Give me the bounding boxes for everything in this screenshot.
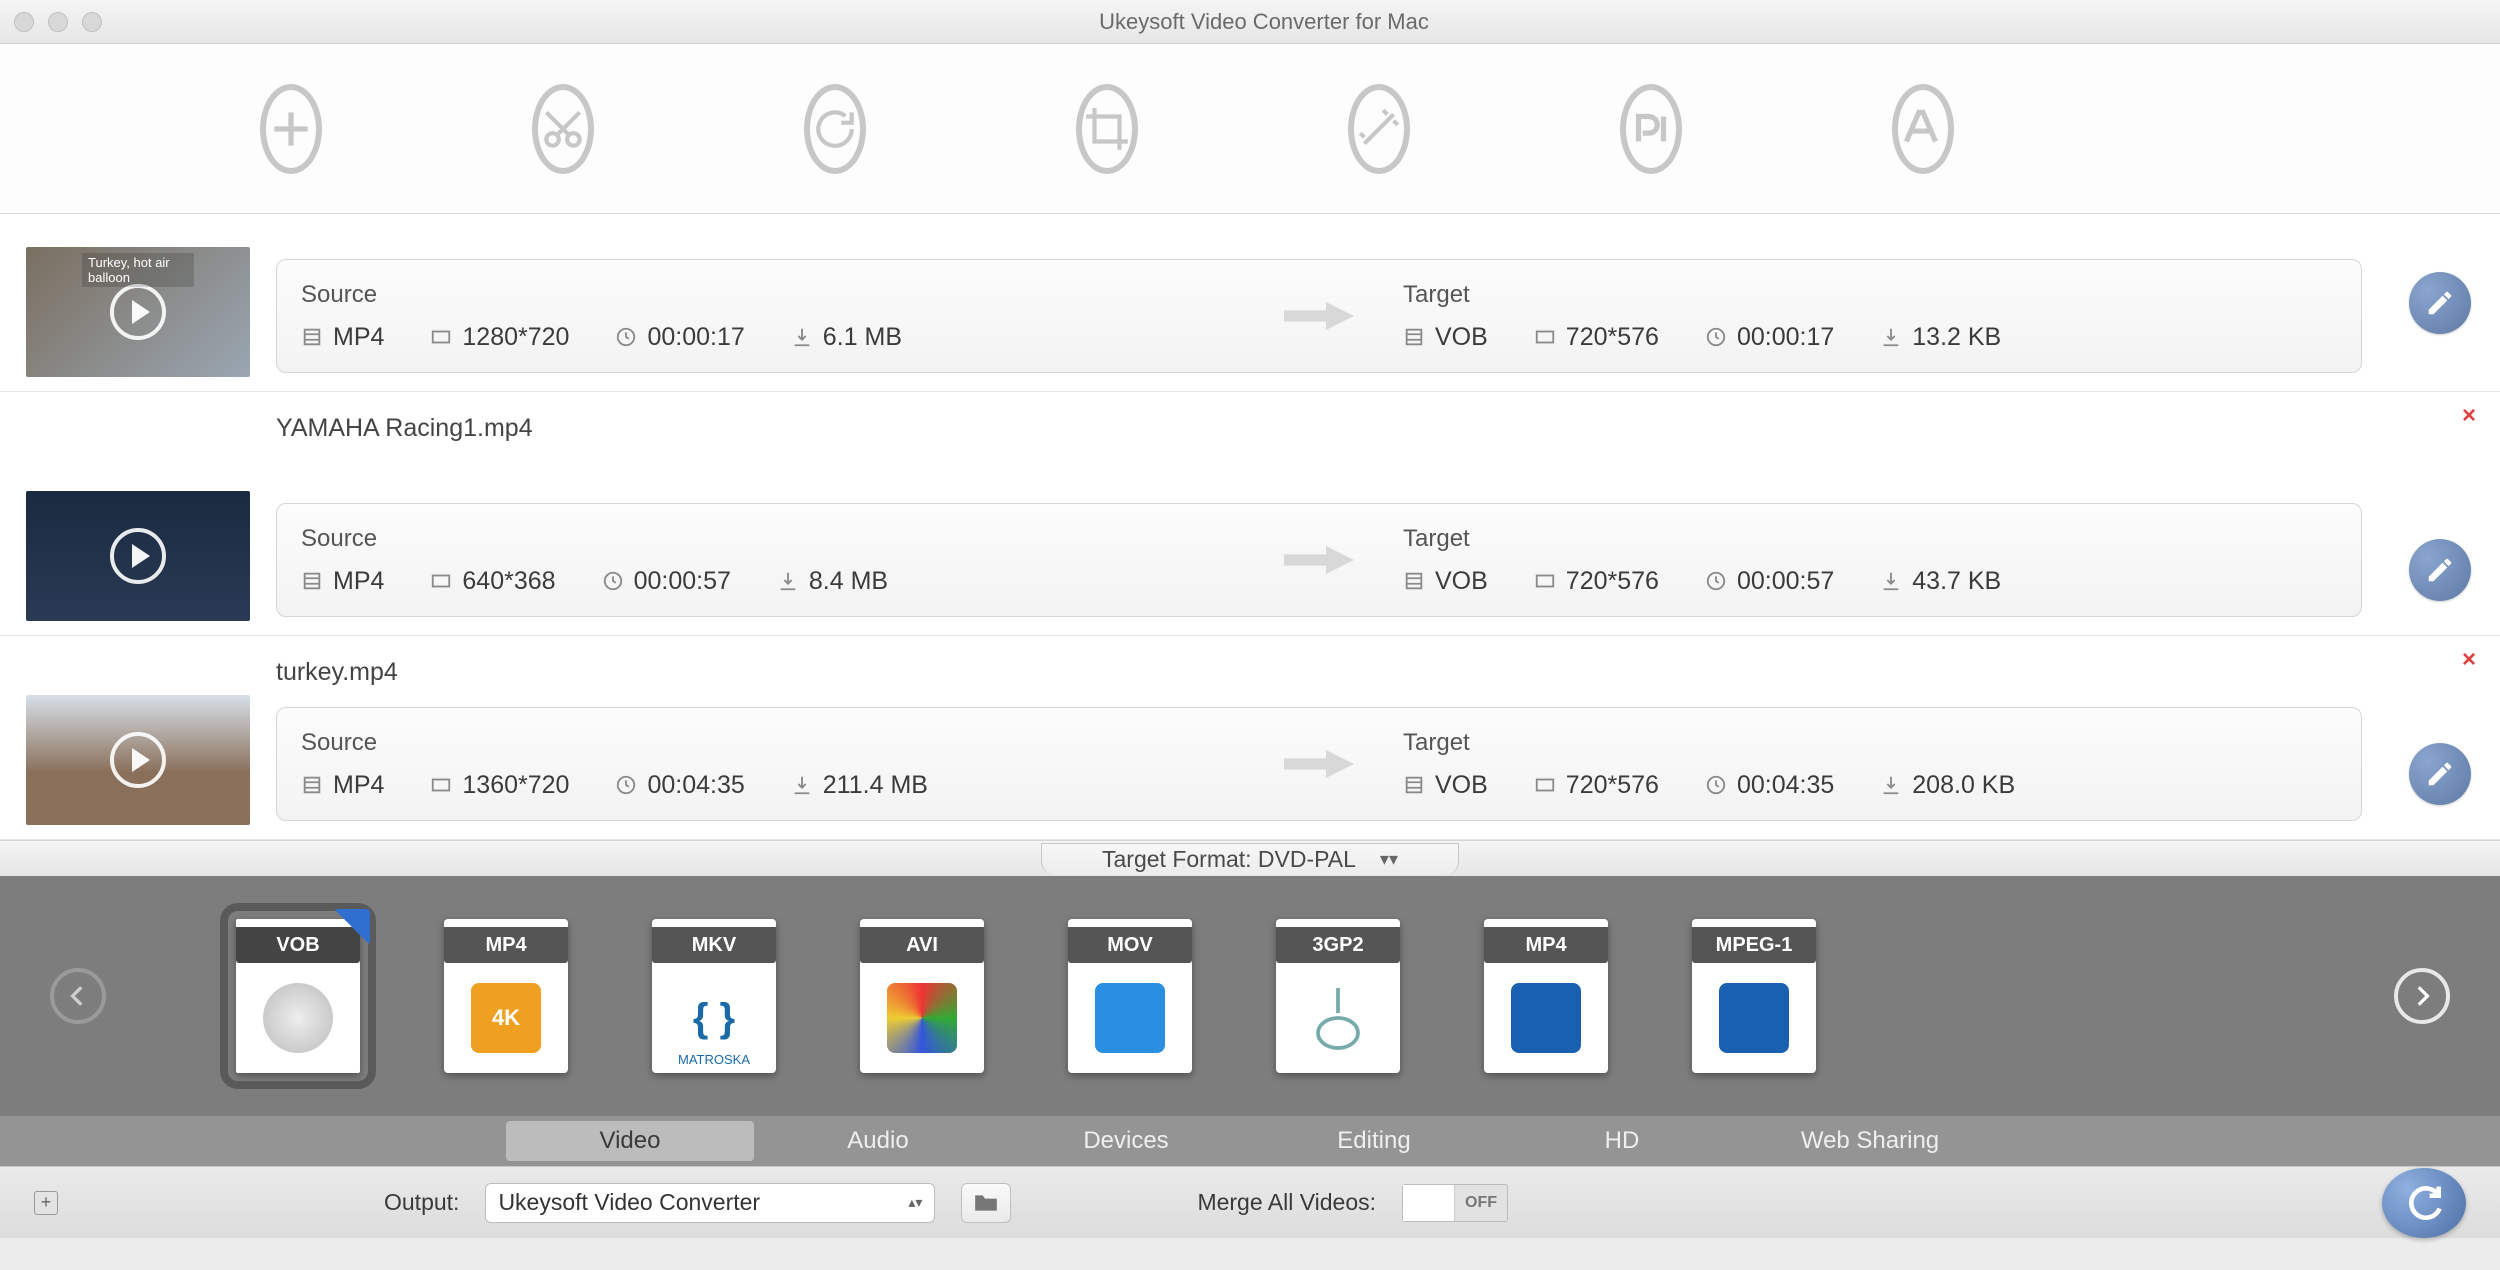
target-format-bar: Target Format: DVD-PAL ▾▾	[0, 840, 2500, 876]
traffic-light-minimize[interactable]	[48, 12, 68, 32]
traffic-light-close[interactable]	[14, 12, 34, 32]
format-option-mpeg1[interactable]: MPEG-1	[1692, 919, 1816, 1073]
file-row[interactable]: Turkey, hot air balloon Source MP4 1280*…	[0, 214, 2500, 392]
format-option-mov[interactable]: MOV	[1068, 919, 1192, 1073]
duration-icon	[1705, 326, 1727, 348]
formats-prev-button[interactable]	[50, 968, 106, 1024]
convert-button[interactable]	[2382, 1168, 2466, 1238]
rotate-icon[interactable]	[804, 84, 866, 174]
format-option-avi[interactable]: AVI	[860, 919, 984, 1073]
output-label: Output:	[384, 1189, 459, 1216]
add-file-icon[interactable]	[260, 84, 322, 174]
format-option-vob[interactable]: VOB	[236, 919, 360, 1073]
file-info-card: Source MP4 1280*720 00:00:17 6.1 MB Targ…	[276, 259, 2362, 373]
category-tab-editing[interactable]: Editing	[1250, 1121, 1498, 1161]
remove-file-button[interactable]: ×	[2462, 646, 2476, 674]
select-chevrons-icon: ▴▾	[908, 1194, 922, 1211]
target-format-toggle[interactable]: Target Format: DVD-PAL ▾▾	[1041, 843, 1459, 875]
duration-icon	[615, 326, 637, 348]
merge-label: Merge All Videos:	[1197, 1189, 1376, 1216]
merge-toggle[interactable]: OFF	[1402, 1184, 1508, 1222]
play-icon[interactable]	[110, 732, 166, 788]
remove-file-button[interactable]: ×	[2462, 402, 2476, 430]
add-button[interactable]: +	[34, 1191, 58, 1215]
bottom-bar: + Output: Ukeysoft Video Converter ▴▾ Me…	[0, 1166, 2500, 1238]
subtitle-icon[interactable]	[1620, 84, 1682, 174]
play-icon[interactable]	[110, 284, 166, 340]
arrow-right-icon	[1284, 744, 1354, 784]
size-icon	[777, 570, 799, 592]
file-name: turkey.mp4	[276, 658, 398, 687]
duration-icon	[602, 570, 624, 592]
format-icon	[301, 570, 323, 592]
file-list: Turkey, hot air balloon Source MP4 1280*…	[0, 214, 2500, 840]
play-icon[interactable]	[110, 528, 166, 584]
format-option-3gp2[interactable]: 3GP2	[1276, 919, 1400, 1073]
format-option-mkv[interactable]: MKV{ }MATROSKA	[652, 919, 776, 1073]
format-icon	[1403, 570, 1425, 592]
format-icon	[301, 774, 323, 796]
formats-next-button[interactable]	[2394, 968, 2450, 1024]
format-option-mp4[interactable]: MP4	[1484, 919, 1608, 1073]
category-tab-websharing[interactable]: Web Sharing	[1746, 1121, 1994, 1161]
target-heading: Target	[1403, 281, 2337, 309]
size-icon	[1880, 774, 1902, 796]
target-heading: Target	[1403, 525, 2337, 553]
file-info-card: Source MP4 640*368 00:00:57 8.4 MB Targe…	[276, 503, 2362, 617]
format-icon	[1403, 774, 1425, 796]
video-thumbnail[interactable]	[26, 491, 250, 621]
file-row[interactable]: × turkey.mp4 Source MP4 1360*720 00:04:3…	[0, 636, 2500, 840]
traffic-light-zoom[interactable]	[82, 12, 102, 32]
browse-output-button[interactable]	[961, 1183, 1011, 1223]
category-tab-hd[interactable]: HD	[1498, 1121, 1746, 1161]
watermark-icon[interactable]	[1892, 84, 1954, 174]
duration-icon	[1705, 570, 1727, 592]
duration-icon	[615, 774, 637, 796]
main-toolbar	[0, 44, 2500, 214]
target-format-label: Target Format: DVD-PAL	[1102, 846, 1356, 873]
arrow-right-icon	[1284, 540, 1354, 580]
duration-icon	[1705, 774, 1727, 796]
resolution-icon	[1534, 570, 1556, 592]
format-icon	[301, 326, 323, 348]
category-tabs: Video Audio Devices Editing HD Web Shari…	[0, 1116, 2500, 1166]
edit-button[interactable]	[2409, 272, 2471, 334]
format-strip: VOB MP44K MKV{ }MATROSKA AVI MOV 3GP2 MP…	[0, 876, 2500, 1116]
source-heading: Source	[301, 281, 1235, 309]
trim-icon[interactable]	[532, 84, 594, 174]
resolution-icon	[430, 570, 452, 592]
source-heading: Source	[301, 525, 1235, 553]
format-icon	[1403, 326, 1425, 348]
crop-icon[interactable]	[1076, 84, 1138, 174]
category-tab-audio[interactable]: Audio	[754, 1121, 1002, 1161]
resolution-icon	[1534, 326, 1556, 348]
chevron-down-icon: ▾▾	[1380, 849, 1398, 870]
size-icon	[1880, 570, 1902, 592]
target-heading: Target	[1403, 729, 2337, 757]
output-folder-select[interactable]: Ukeysoft Video Converter ▴▾	[485, 1183, 935, 1223]
arrow-right-icon	[1284, 296, 1354, 336]
window-titlebar: Ukeysoft Video Converter for Mac	[0, 0, 2500, 44]
effects-icon[interactable]	[1348, 84, 1410, 174]
window-title: Ukeysoft Video Converter for Mac	[102, 9, 2426, 35]
video-thumbnail[interactable]: Turkey, hot air balloon	[26, 247, 250, 377]
video-thumbnail[interactable]	[26, 695, 250, 825]
size-icon	[791, 326, 813, 348]
edit-button[interactable]	[2409, 539, 2471, 601]
edit-button[interactable]	[2409, 743, 2471, 805]
size-icon	[791, 774, 813, 796]
file-info-card: Source MP4 1360*720 00:04:35 211.4 MB Ta…	[276, 707, 2362, 821]
resolution-icon	[430, 774, 452, 796]
resolution-icon	[1534, 774, 1556, 796]
resolution-icon	[430, 326, 452, 348]
category-tab-devices[interactable]: Devices	[1002, 1121, 1250, 1161]
format-option-mp4-4k[interactable]: MP44K	[444, 919, 568, 1073]
size-icon	[1880, 326, 1902, 348]
category-tab-video[interactable]: Video	[506, 1121, 754, 1161]
file-row[interactable]: × YAMAHA Racing1.mp4 Source MP4 640*368 …	[0, 392, 2500, 636]
file-name: YAMAHA Racing1.mp4	[276, 414, 533, 443]
source-heading: Source	[301, 729, 1235, 757]
